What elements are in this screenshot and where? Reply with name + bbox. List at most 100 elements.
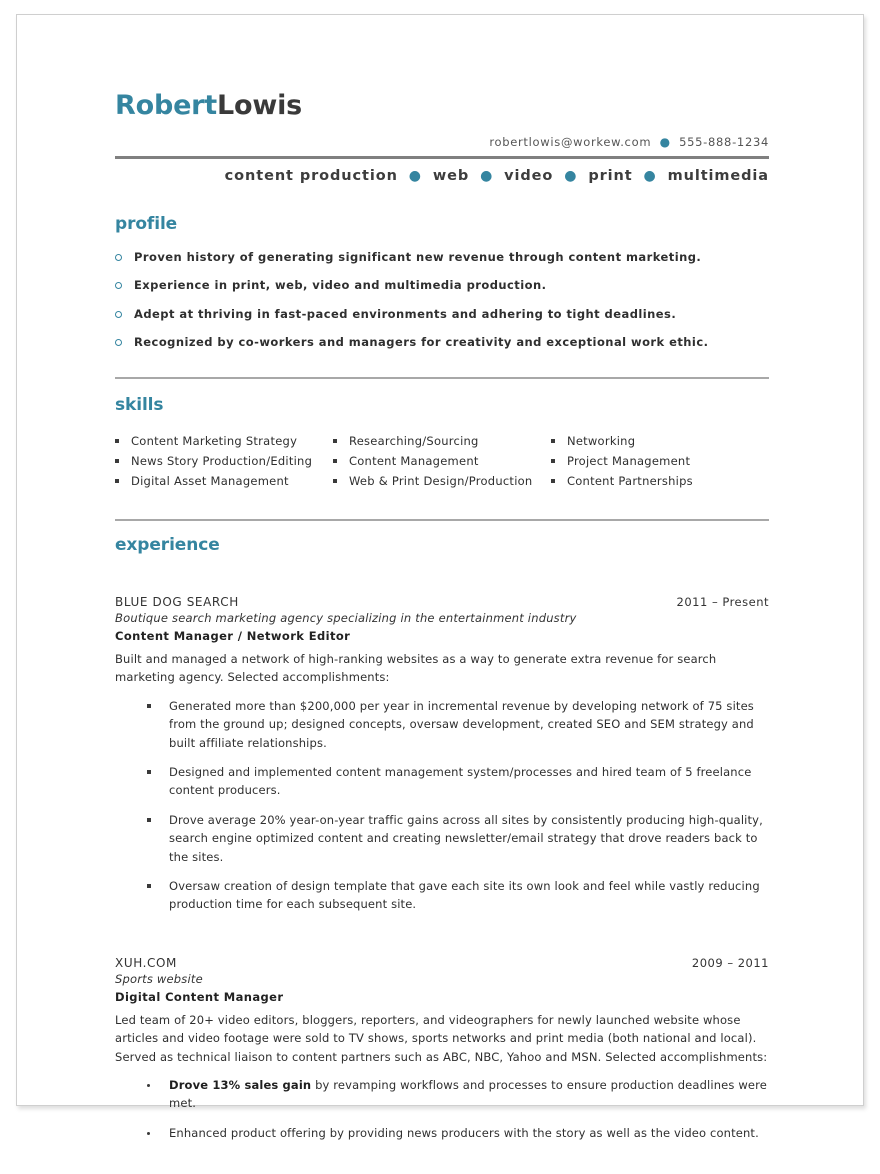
skill-label: Project Management (566, 453, 691, 468)
skill-label: Content Partnerships (566, 473, 693, 488)
accomplishment-text: Drove 13% sales gain by revamping workfl… (169, 1077, 767, 1111)
square-bullet-icon (147, 769, 151, 774)
contact-phone[interactable]: 555-888-1234 (679, 135, 769, 149)
list-item: Digital Asset Management (115, 473, 333, 489)
bullet-separator-icon: ● (564, 167, 578, 184)
profile-item-text: Recognized by co-workers and managers fo… (134, 335, 709, 350)
list-item: Oversaw creation of design template that… (115, 877, 769, 914)
job-header-row: BLUE DOG SEARCH 2011 – Present (115, 595, 769, 609)
square-bullet-icon (550, 458, 555, 463)
profile-item-text: Adept at thriving in fast-paced environm… (134, 306, 677, 321)
section-heading-skills: skills (115, 394, 164, 415)
section-divider (115, 376, 769, 379)
tagline-part-4: multimedia (667, 167, 769, 184)
job-dates: 2009 – 2011 (691, 955, 769, 970)
resume-page: RobertLowis robertlowis@workew.com ● 555… (16, 14, 864, 1140)
section-heading-experience: experience (115, 535, 220, 556)
list-item: Enhanced product offering by providing n… (115, 1124, 769, 1142)
list-item: Drove 13% sales gain by revamping workfl… (115, 1076, 769, 1113)
list-item: Project Management (550, 453, 769, 469)
section-profile: profile Proven history of generating sig… (115, 214, 769, 351)
profile-list: Proven history of generating significant… (115, 250, 769, 351)
square-bullet-icon (115, 478, 119, 483)
circle-bullet-icon (115, 282, 122, 290)
skills-column-1: Content Marketing Strategy News Story Pr… (115, 433, 333, 493)
circle-bullet-icon (115, 310, 122, 318)
section-divider (115, 519, 769, 522)
list-item: Content Partnerships (550, 473, 769, 489)
skill-label: News Story Production/Editing (131, 453, 313, 468)
list-item: Adept at thriving in fast-paced environm… (115, 307, 769, 323)
section-skills: skills Content Marketing Strategy News S… (115, 376, 769, 493)
contact-row: robertlowis@workew.com ● 555-888-1234 (115, 135, 769, 149)
list-item: Proven history of generating significant… (115, 250, 769, 266)
skill-label: Networking (566, 433, 636, 448)
square-bullet-icon (147, 817, 151, 822)
job-company-tagline: Sports website (115, 971, 203, 986)
square-bullet-icon (115, 438, 119, 443)
skill-label: Content Management (348, 453, 479, 468)
header-divider (115, 155, 769, 159)
job-title: Content Manager / Network Editor (115, 629, 351, 644)
job-description: Built and managed a network of high-rank… (115, 652, 717, 685)
accomplishment-text: Designed and implemented content managem… (169, 764, 752, 798)
skill-label: Digital Asset Management (131, 473, 289, 488)
job-header-row: XUH.COM 2009 – 2011 (115, 956, 769, 970)
list-item: Networking (550, 433, 769, 449)
list-item: Designed and implemented content managem… (115, 763, 769, 800)
resume-content: RobertLowis robertlowis@workew.com ● 555… (115, 91, 769, 1174)
bullet-separator-icon: ● (480, 167, 494, 184)
accomplishment-text: Enhanced product offering by providing n… (169, 1125, 759, 1140)
skill-label: Content Marketing Strategy (131, 433, 298, 448)
candidate-last-name: Lowis (217, 90, 303, 121)
contact-email[interactable]: robertlowis@workew.com (489, 135, 651, 149)
tagline-part-1: web (432, 167, 470, 184)
skills-column-2: Researching/Sourcing Content Management … (332, 433, 551, 493)
list-item: Web & Print Design/Production (332, 473, 551, 489)
section-heading-profile: profile (115, 213, 178, 234)
bullet-separator-icon: ● (643, 167, 657, 184)
tagline-part-3: print (588, 167, 633, 184)
accomplishment-list: Generated more than $200,000 per year in… (115, 697, 769, 914)
list-item: Content Marketing Strategy (115, 433, 333, 449)
square-bullet-icon (550, 478, 555, 483)
accomplishment-text: Oversaw creation of design template that… (169, 878, 760, 912)
job-company-tagline: Boutique search marketing agency special… (115, 611, 577, 626)
job-company: XUH.COM (115, 955, 178, 970)
job-title: Digital Content Manager (115, 989, 284, 1004)
square-bullet-icon (332, 478, 337, 483)
experience-entry: XUH.COM 2009 – 2011 Sports website Digit… (115, 956, 769, 1142)
square-bullet-icon (147, 883, 151, 888)
profile-item-text: Proven history of generating significant… (134, 249, 702, 264)
headline-tagline: content production ● web ● video ● print… (115, 168, 769, 184)
list-item: News Story Production/Editing (115, 453, 333, 469)
resume-header: RobertLowis robertlowis@workew.com ● 555… (115, 91, 769, 184)
section-experience: experience BLUE DOG SEARCH 2011 – Presen… (115, 519, 769, 1142)
tagline-part-0: content production (224, 167, 398, 184)
circle-bullet-icon (115, 339, 122, 347)
job-description: Led team of 20+ video editors, bloggers,… (115, 1012, 768, 1064)
candidate-name: RobertLowis (115, 91, 769, 121)
accomplishment-list: Drove 13% sales gain by revamping workfl… (115, 1076, 769, 1142)
accomplishment-text: Drove average 20% year-on-year traffic g… (169, 812, 763, 864)
dot-bullet-icon (147, 1083, 150, 1087)
skill-label: Web & Print Design/Production (348, 473, 533, 488)
square-bullet-icon (147, 703, 151, 708)
skills-column-3: Networking Project Management Content Pa… (550, 433, 769, 493)
experience-entry: BLUE DOG SEARCH 2011 – Present Boutique … (115, 595, 769, 914)
square-bullet-icon (332, 458, 337, 463)
skills-columns: Content Marketing Strategy News Story Pr… (115, 433, 769, 493)
list-item: Generated more than $200,000 per year in… (115, 697, 769, 752)
profile-item-text: Experience in print, web, video and mult… (134, 278, 547, 293)
accomplishment-text: Generated more than $200,000 per year in… (169, 698, 754, 750)
bullet-separator-icon: ● (408, 167, 422, 184)
list-item: Researching/Sourcing (332, 433, 551, 449)
square-bullet-icon (115, 458, 119, 463)
candidate-first-name: Robert (115, 90, 218, 121)
tagline-part-2: video (504, 167, 554, 184)
list-item: Content Management (332, 453, 551, 469)
skill-label: Researching/Sourcing (348, 433, 479, 448)
job-company: BLUE DOG SEARCH (115, 595, 239, 610)
bullet-separator-icon: ● (659, 134, 671, 149)
square-bullet-icon (332, 438, 337, 443)
